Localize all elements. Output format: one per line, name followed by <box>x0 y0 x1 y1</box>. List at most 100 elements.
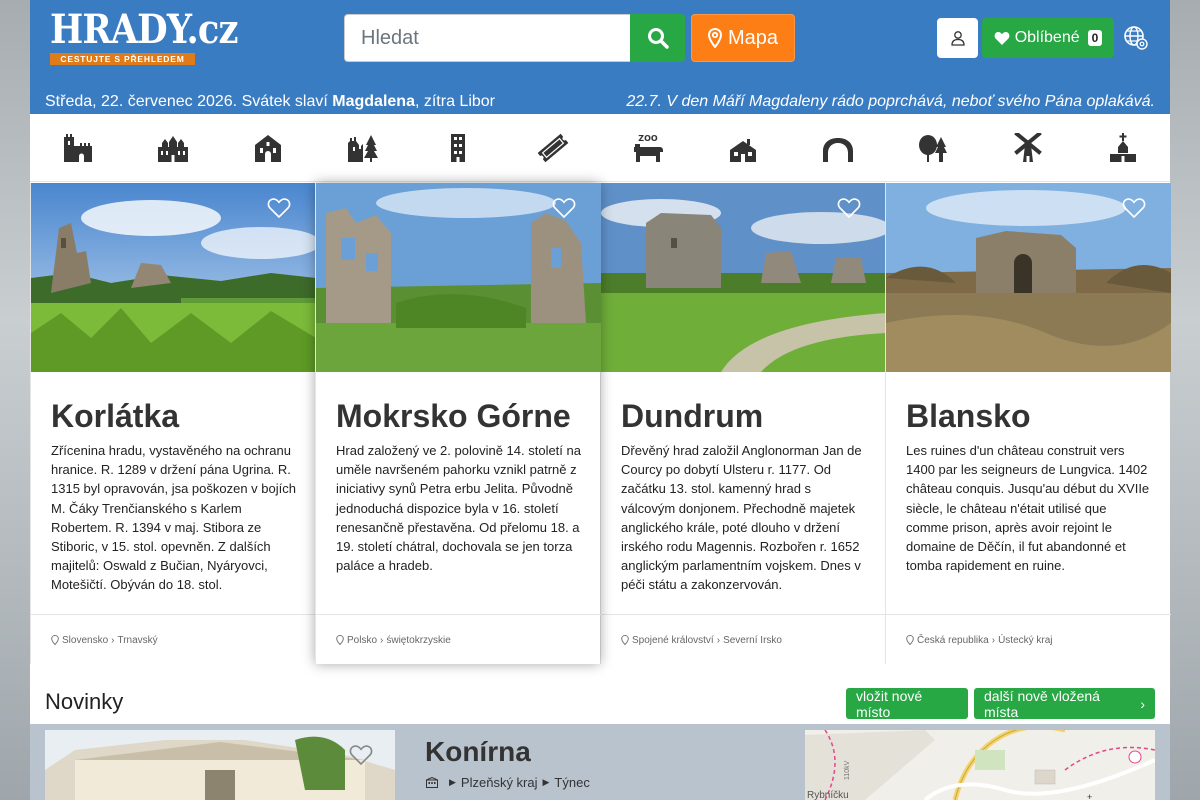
news-photo[interactable] <box>45 730 395 800</box>
location-region[interactable]: Ústecký kraj <box>998 635 1052 646</box>
favorite-heart-icon[interactable] <box>552 197 576 219</box>
map-button-label: Mapa <box>727 26 779 49</box>
location-country[interactable]: Spojené království <box>632 635 714 646</box>
breadcrumb-separator-icon: › <box>380 635 384 646</box>
news-heading: Novinky <box>45 689 124 714</box>
favorite-heart-icon[interactable] <box>267 197 291 219</box>
category-chateau[interactable] <box>140 114 205 182</box>
news-item-town[interactable]: Týnec <box>554 775 589 790</box>
map-pin-icon <box>51 635 59 645</box>
chevron-right-icon: › <box>1140 695 1145 712</box>
place-description: Hrad založený ve 2. polovině 14. století… <box>336 443 581 574</box>
site-logo[interactable]: HRADY.cz CESTUJTE S PŘEHLEDEM <box>50 8 238 68</box>
category-tower[interactable] <box>425 114 490 182</box>
location-region[interactable]: Severní Irsko <box>723 635 782 646</box>
globe-icon <box>1124 26 1148 50</box>
chapel-icon <box>1109 133 1136 162</box>
place-description: Zřícenina hradu, vystavěného na ochranu … <box>51 443 296 593</box>
category-windmill[interactable] <box>995 114 1060 182</box>
breadcrumb-separator-icon: › <box>716 635 721 646</box>
location-country[interactable]: Slovensko <box>62 635 108 646</box>
category-chapel[interactable] <box>1090 114 1155 182</box>
news-item[interactable]: Konírna ▶ Plzeňský kraj ▶ Týnec Rybníčku… <box>30 724 1170 800</box>
favorite-heart-icon[interactable] <box>837 197 861 219</box>
news-item-title[interactable]: Konírna <box>425 736 531 768</box>
place-location: Spojené království › Severní Irsko <box>601 614 886 664</box>
ruin-icon <box>347 135 378 162</box>
location-region[interactable]: Trnavský <box>117 635 157 646</box>
place-card[interactable]: Blansko Les ruines d'un château construi… <box>885 183 1171 664</box>
category-nature[interactable] <box>900 114 965 182</box>
svg-text:+: + <box>1087 792 1092 800</box>
category-ruin[interactable] <box>330 114 395 182</box>
news-map-preview[interactable]: Rybníčku 110kV + <box>805 730 1155 800</box>
search-input[interactable] <box>344 14 630 62</box>
caret-right-icon: ▶ <box>542 777 550 787</box>
building-image <box>45 730 395 800</box>
place-description: Dřevěný hrad založil Anglonorman Jan de … <box>621 443 862 593</box>
place-card[interactable]: Dundrum Dřevěný hrad založil Anglonorman… <box>600 183 886 664</box>
bridge-icon <box>822 138 853 162</box>
logo-text: HRADY.cz <box>50 6 238 53</box>
featured-places: Korlátka Zřícenina hradu, vystavěného na… <box>30 183 1171 664</box>
add-place-button[interactable]: vložit nové místo <box>846 688 968 720</box>
place-location: Česká republika › Ústecký kraj <box>886 614 1171 664</box>
location-country[interactable]: Polsko <box>347 635 377 646</box>
place-title[interactable]: Mokrsko Górne <box>336 398 571 435</box>
breadcrumb-separator-icon: › <box>991 635 996 646</box>
search-button[interactable] <box>630 14 685 62</box>
category-bridge[interactable] <box>805 114 870 182</box>
castle-icon <box>63 134 92 162</box>
news-item-region[interactable]: Plzeňský kraj <box>461 775 538 790</box>
category-castle[interactable] <box>45 114 110 182</box>
date-suffix: , zítra Libor <box>414 93 495 110</box>
category-tickets[interactable] <box>520 114 585 182</box>
nameday-name: Magdalena <box>332 93 415 110</box>
user-icon <box>950 31 965 46</box>
news-item-location: ▶ Plzeňský kraj ▶ Týnec <box>426 775 590 790</box>
more-new-places-button[interactable]: další nově vložená místa › <box>974 687 1155 720</box>
user-account-button[interactable] <box>937 18 978 58</box>
place-title[interactable]: Dundrum <box>621 398 763 435</box>
map-contour-label: 110kV <box>844 760 851 780</box>
date-prefix: Středa, 22. červenec 2026. Svátek slaví <box>45 93 328 110</box>
category-church[interactable] <box>235 114 300 182</box>
map-pin-icon <box>621 635 629 645</box>
zoo-icon: ZOO <box>633 134 663 162</box>
favorites-count-badge: 0 <box>1087 30 1103 46</box>
location-country[interactable]: Česká republika <box>917 635 989 646</box>
header: HRADY.cz CESTUJTE S PŘEHLEDEM Mapa <box>30 0 1170 114</box>
logo-tagline: CESTUJTE S PŘEHLEDEM <box>50 53 195 65</box>
favorite-heart-icon[interactable] <box>349 744 373 766</box>
place-title[interactable]: Blansko <box>906 398 1030 435</box>
daily-quote: 22.7. V den Máří Magdaleny rádo poprcháv… <box>626 93 1155 110</box>
map-pin-icon <box>336 635 344 645</box>
language-button[interactable] <box>1122 24 1150 52</box>
favorites-label: Oblíbené <box>1014 29 1080 46</box>
place-title[interactable]: Korlátka <box>51 398 179 435</box>
place-card-featured[interactable]: Mokrsko Górne Hrad založený ve 2. polovi… <box>315 183 601 664</box>
place-location: Slovensko › Trnavský <box>31 614 316 664</box>
nameday-line: Středa, 22. červenec 2026. Svátek slaví … <box>45 93 495 111</box>
place-description: Les ruines d'un château construit vers 1… <box>906 443 1150 574</box>
page-container: HRADY.cz CESTUJTE S PŘEHLEDEM Mapa <box>30 0 1171 800</box>
category-zoo[interactable]: ZOO <box>615 114 680 182</box>
favorites-button[interactable]: Oblíbené 0 <box>982 18 1114 58</box>
map-button[interactable]: Mapa <box>691 14 795 62</box>
more-new-places-label: další nově vložená místa <box>984 687 1100 720</box>
place-card[interactable]: Korlátka Zřícenina hradu, vystavěného na… <box>30 183 316 664</box>
windmill-icon <box>1013 133 1042 162</box>
category-cottage[interactable] <box>710 114 775 182</box>
church-icon <box>254 135 281 162</box>
heart-icon <box>994 31 1010 45</box>
chateau-icon <box>157 136 188 162</box>
search-icon <box>647 28 669 49</box>
map-pin-icon <box>707 28 722 48</box>
favorite-heart-icon[interactable] <box>1122 197 1146 219</box>
cottage-icon <box>729 139 756 162</box>
map-preview-image: Rybníčku 110kV + <box>805 730 1155 800</box>
nature-icon <box>918 135 947 162</box>
building-type-icon <box>426 777 438 788</box>
location-region[interactable]: świętokrzyskie <box>386 635 450 646</box>
svg-text:ZOO: ZOO <box>638 134 658 143</box>
